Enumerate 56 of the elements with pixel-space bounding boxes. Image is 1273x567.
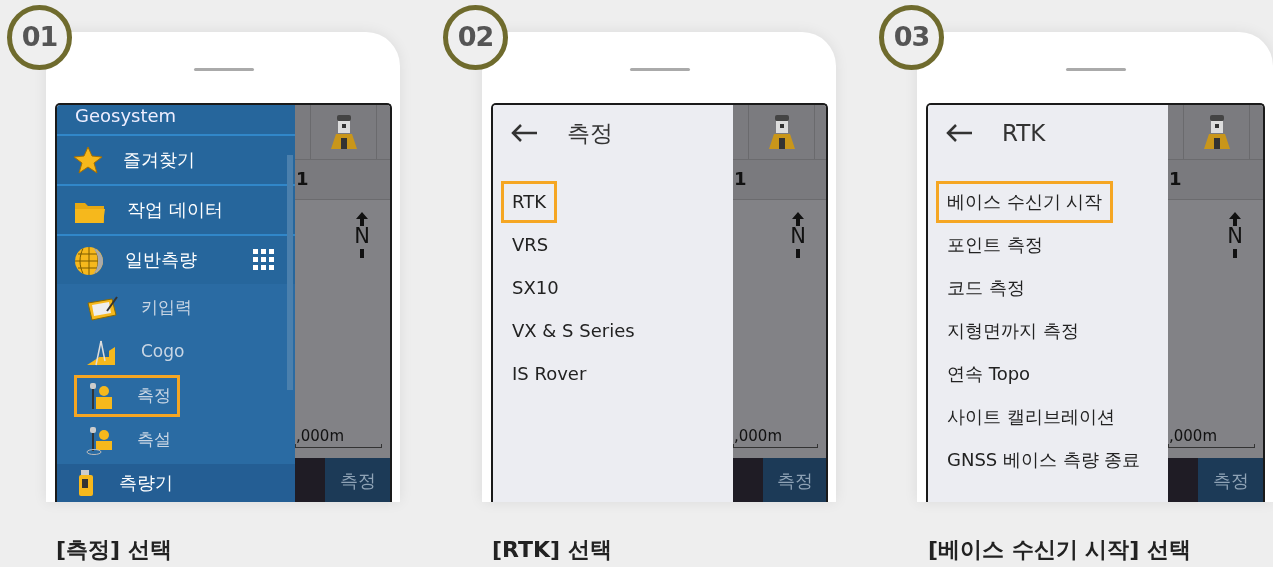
- scale-label: ,000m: [295, 428, 345, 444]
- menu-item[interactable]: GNSS 베이스 측량 종료: [936, 439, 1152, 481]
- submenu-item[interactable]: 측정: [74, 374, 180, 417]
- step-number-badge: 03: [879, 5, 944, 70]
- step-caption: [측정] 선택: [56, 536, 173, 564]
- measure-button[interactable]: 측정: [325, 458, 390, 502]
- speaker-slot: [1065, 68, 1126, 71]
- scale-label: ,000m: [1168, 428, 1218, 444]
- arrow-up-icon: [792, 212, 805, 226]
- menu-item[interactable]: 베이스 수신기 시작: [936, 181, 1114, 223]
- menu-item[interactable]: VX & S Series: [501, 310, 646, 352]
- arrow-up-icon: [1229, 212, 1242, 226]
- menu-item[interactable]: VRS: [501, 224, 560, 266]
- north-label: N: [790, 226, 806, 246]
- receiver-icon: [766, 114, 797, 150]
- menu-item[interactable]: RTK: [501, 181, 557, 223]
- back-icon[interactable]: [944, 122, 974, 144]
- scale-label: ,000m: [733, 428, 783, 444]
- receiver-icon: [1201, 114, 1232, 150]
- north-tick: [360, 249, 365, 258]
- row-label: 1: [733, 160, 826, 200]
- step-number-badge: 01: [7, 5, 72, 70]
- north-tick: [796, 249, 801, 258]
- measure-button[interactable]: 측정: [763, 458, 826, 502]
- menu-item[interactable]: SX10: [501, 267, 570, 309]
- globe-icon: [73, 244, 105, 275]
- menu-item[interactable]: 측량기: [57, 463, 295, 502]
- menu-item[interactable]: IS Rover: [501, 353, 598, 395]
- menu-item[interactable]: 연속 Topo: [936, 353, 1042, 395]
- step-caption: [베이스 수신기 시작] 선택: [928, 536, 1193, 564]
- measure-button[interactable]: 측정: [1198, 458, 1263, 502]
- speaker-slot: [193, 68, 254, 71]
- north-tick: [1233, 249, 1238, 258]
- row-label: 1: [1168, 160, 1263, 200]
- menu-title: 측정: [567, 118, 613, 148]
- grid-icon[interactable]: [253, 248, 275, 271]
- back-icon[interactable]: [509, 122, 539, 144]
- menu-item[interactable]: 일반측량: [57, 235, 295, 284]
- menu-title: RTK: [1002, 118, 1046, 148]
- menu-item[interactable]: 포인트 측정: [936, 224, 1054, 266]
- surveyor-icon: [85, 424, 115, 455]
- north-label: N: [1227, 226, 1243, 246]
- star-icon: [73, 144, 103, 175]
- menu-item[interactable]: 사이트 캘리브레이션: [936, 396, 1126, 438]
- receiver-icon: [328, 114, 359, 150]
- menu-item[interactable]: 코드 측정: [936, 267, 1036, 309]
- arrow-up-icon: [356, 212, 369, 226]
- submenu-item[interactable]: Cogo: [74, 330, 194, 373]
- submenu-item[interactable]: 측설: [74, 418, 180, 461]
- north-label: N: [354, 226, 370, 246]
- speaker-slot: [629, 68, 690, 71]
- step-caption: [RTK] 선택: [492, 536, 613, 564]
- submenu-item[interactable]: 키입력: [74, 286, 201, 329]
- step-number-badge: 02: [443, 5, 508, 70]
- menu-item[interactable]: 지형면까지 측정: [936, 310, 1090, 352]
- row-label: 1: [295, 160, 390, 200]
